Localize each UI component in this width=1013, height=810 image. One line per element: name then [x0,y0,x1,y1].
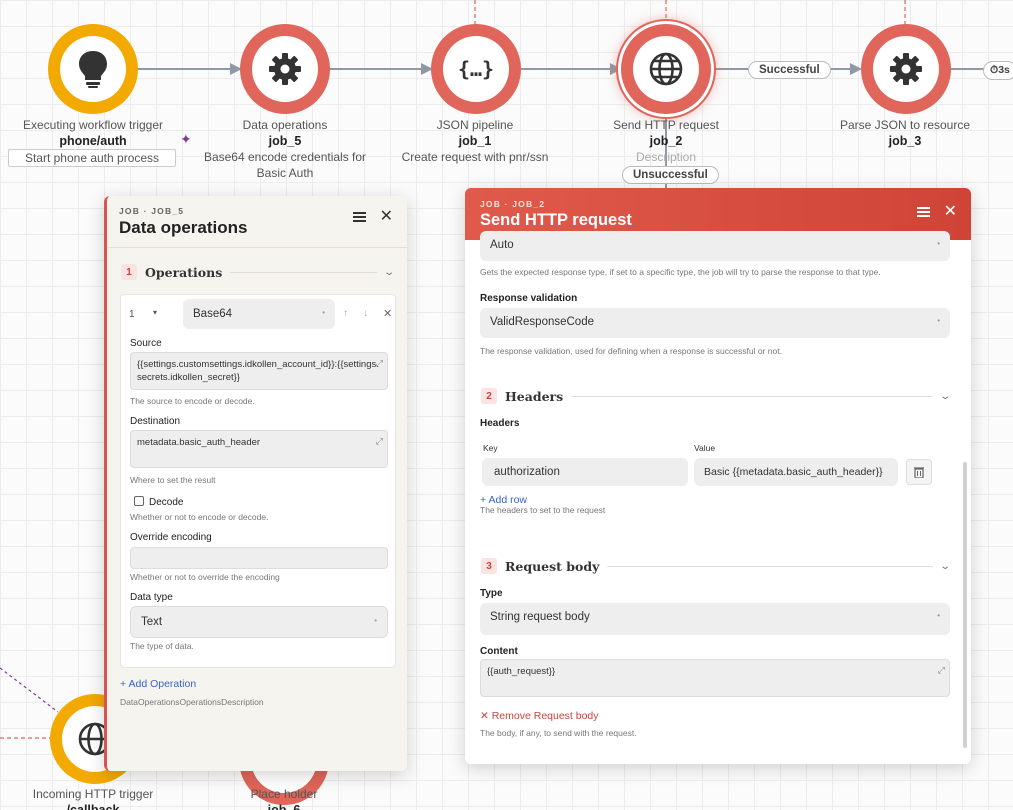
section-divider [230,271,377,273]
response-type-select[interactable]: Auto • [480,231,950,261]
data-type-label: Data type [130,592,173,603]
response-validation-label: Response validation [480,293,578,304]
response-validation-help: The response validation, used for defini… [480,346,782,356]
unsuccessful-edge-label[interactable]: Unsuccessful [622,166,719,184]
body-type-select[interactable]: String request body • [480,603,950,635]
data-operations-node[interactable] [240,24,330,114]
section-title: Headers [505,388,564,404]
panel-body[interactable]: Auto • Gets the expected response type, i… [465,231,971,764]
lightbulb-icon [79,51,107,88]
section-divider [607,565,933,567]
operation-row: 1 ▾ Base64 • ↑ ↓ ✕ [129,299,392,329]
chevron-down-icon[interactable]: ⌄ [939,561,951,572]
close-icon[interactable]: ✕ [380,209,393,225]
timer-edge-label[interactable]: ⏱3s [983,61,1013,80]
headers-help: The headers to set to the request [480,505,606,515]
override-encoding-help: Whether or not to override the encoding [130,572,280,582]
gear-icon [269,53,301,85]
menu-icon[interactable] [916,207,930,217]
remove-request-body-link[interactable]: ✕ Remove Request body [480,710,599,722]
send-http-request-panel: JOB · JOB_2 Send HTTP request ✕ Auto • Ge… [465,188,971,764]
remove-operation-icon[interactable]: ✕ [383,307,392,320]
panel-kicker: JOB · JOB_2 [480,199,546,209]
operation-type-select[interactable]: Base64 • [183,299,335,329]
expand-icon[interactable]: ⤢ [376,357,383,370]
override-encoding-label: Override encoding [130,532,212,543]
section-title: Request body [505,558,600,574]
destination-help: Where to set the result [130,475,216,485]
request-body-section-header[interactable]: 3 Request body ⌄ [467,551,963,581]
override-encoding-input[interactable] [130,547,388,569]
decode-help: Whether or not to encode or decode. [130,512,269,522]
trigger-node[interactable] [48,24,138,114]
section-divider [571,395,933,397]
decode-label: Decode [149,497,184,508]
placeholder-label: Place holder job_6 [250,787,318,810]
operations-description: DataOperationsOperationsDescription [120,697,264,707]
data-type-select[interactable]: Text • [130,606,388,638]
headers-section-header[interactable]: 2 Headers ⌄ [467,381,963,411]
expand-icon[interactable]: ⤢ [376,435,383,448]
braces-icon: {…} [457,57,495,81]
key-column-header: Key [483,443,498,453]
destination-input[interactable]: metadata.basic_auth_header ⤢ [130,430,388,468]
panel-header: JOB · JOB_5 Data operations ✕ [107,196,407,248]
add-operation-link[interactable]: + Add Operation [120,678,196,690]
data-type-help: The type of data. [130,641,194,651]
gear-icon [890,53,922,85]
expand-icon[interactable]: ⤢ [938,664,945,677]
content-label: Content [480,646,518,657]
destination-label: Destination [130,416,181,427]
source-input[interactable]: {{settings.customsettings.idkollen_accou… [130,352,388,390]
data-operations-label: Data operations job_5 Base64 encode cred… [203,118,367,180]
section-number-badge: 1 [121,264,137,280]
close-icon[interactable]: ✕ [944,204,957,220]
json-pipeline-node[interactable]: {…} [431,24,521,114]
response-type-help: Gets the expected response type, if set … [480,267,881,277]
menu-icon[interactable] [352,212,366,222]
json-pipeline-label: JSON pipeline job_1 Create request with … [401,118,549,164]
section-title: Operations [145,264,223,280]
sparkle-icon[interactable]: ✦ [180,131,192,148]
caret-down-icon[interactable]: ▾ [153,308,157,317]
clock-icon: ⏱ [990,64,999,76]
data-operations-panel: JOB · JOB_5 Data operations ✕ 1 Operatio… [104,196,407,771]
headers-label: Headers [480,418,520,429]
globe-icon [649,52,683,86]
send-http-request-node[interactable] [621,24,711,114]
parse-json-label: Parse JSON to resource job_3 [839,118,971,148]
decode-checkbox[interactable] [134,496,144,506]
operation-index[interactable]: 1 [129,309,135,320]
chevron-down-icon[interactable]: ⌄ [939,391,951,402]
chevron-down-icon[interactable]: ⌄ [383,267,395,278]
trigger-label: Executing workflow trigger phone/auth [22,118,164,148]
trash-icon[interactable] [906,459,932,485]
operations-section-header[interactable]: 1 Operations ⌄ [107,257,407,287]
section-number-badge: 2 [481,388,497,404]
header-value-input[interactable]: Basic {{metadata.basic_auth_header}} [694,458,898,486]
incoming-http-trigger-label: Incoming HTTP trigger /callback [32,787,154,810]
scrollbar[interactable] [963,462,967,748]
section-number-badge: 3 [481,558,497,574]
value-column-header: Value [694,443,716,453]
panel-title: Send HTTP request [480,211,632,229]
source-help: The source to encode or decode. [130,396,255,406]
response-validation-select[interactable]: ValidResponseCode • [480,308,950,338]
header-key-input[interactable]: authorization [482,458,688,486]
trigger-description[interactable]: Start phone auth process [8,149,176,167]
parse-json-node[interactable] [861,24,951,114]
body-type-label: Type [480,588,503,599]
successful-edge-label[interactable]: Successful [748,61,831,79]
move-down-icon[interactable]: ↓ [363,308,368,319]
operation-card: 1 ▾ Base64 • ↑ ↓ ✕ Source {{settings.cust… [120,294,396,668]
source-label: Source [130,338,162,349]
content-input[interactable]: {{auth_request}} ⤢ [480,659,950,697]
request-body-help: The body, if any, to send with the reque… [480,728,637,738]
move-up-icon[interactable]: ↑ [343,308,348,319]
send-http-request-label: Send HTTP request job_2 Description [613,118,719,164]
